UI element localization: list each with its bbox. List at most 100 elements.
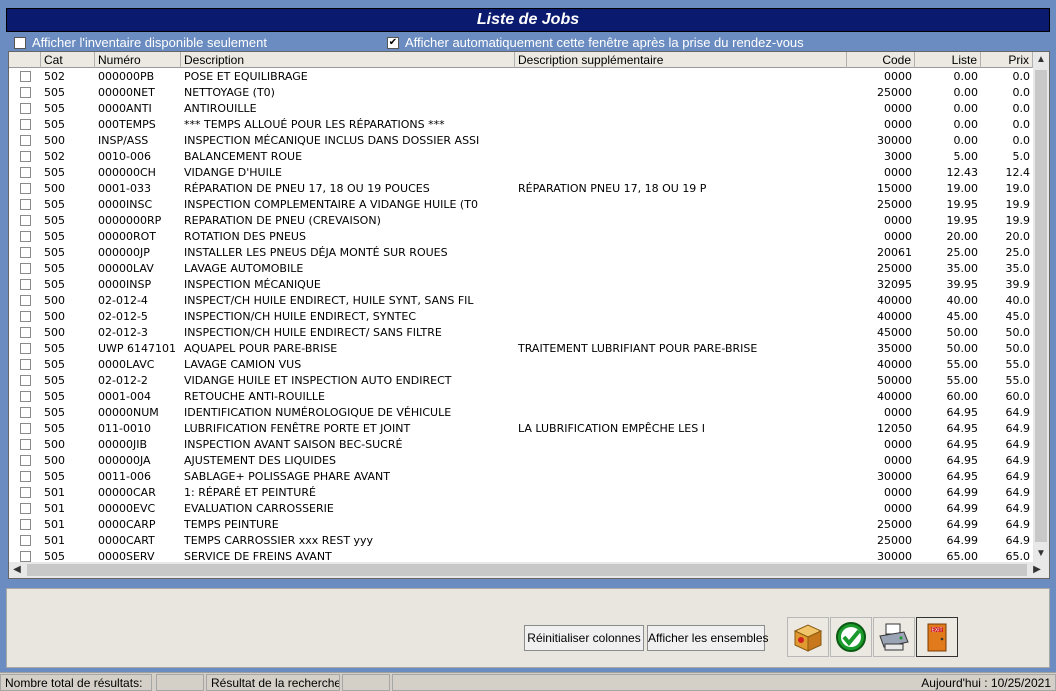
row-checkbox[interactable] bbox=[19, 199, 31, 210]
row-checkbox[interactable] bbox=[19, 151, 31, 162]
table-row[interactable]: 505 00000ROT ROTATION DES PNEUS 0000 20.00 20… bbox=[9, 229, 1033, 245]
table-row[interactable]: 505 0001-004 RETOUCHE ANTI-ROUILLE 40000 60.… bbox=[9, 389, 1033, 405]
today-date: Aujourd'hui : 10/25/2021 bbox=[392, 674, 1056, 691]
table-row[interactable]: 501 00000CAR 1: RÉPARÉ ET PEINTURÉ 0000 64.9… bbox=[9, 485, 1033, 501]
cell-prix: 0.0 bbox=[1012, 118, 1031, 131]
row-checkbox[interactable] bbox=[19, 407, 31, 418]
confirm-button[interactable] bbox=[830, 617, 872, 657]
row-checkbox[interactable] bbox=[19, 423, 31, 434]
row-checkbox[interactable] bbox=[19, 295, 31, 306]
table-row[interactable]: 500 000000JA AJUSTEMENT DES LIQUIDES 0000 64… bbox=[9, 453, 1033, 469]
row-checkbox[interactable] bbox=[19, 167, 31, 178]
header-prix[interactable]: Prix bbox=[981, 52, 1033, 68]
table-row[interactable]: 505 011-0010 LUBRIFICATION FENÊTRE PORTE E… bbox=[9, 421, 1033, 437]
header-numero[interactable]: Numéro bbox=[95, 52, 181, 68]
row-checkbox[interactable] bbox=[19, 215, 31, 226]
row-checkbox[interactable] bbox=[19, 343, 31, 354]
table-row[interactable]: 505 00000NUM IDENTIFICATION NUMÉROLOGIQUE … bbox=[9, 405, 1033, 421]
header-desc-supp[interactable]: Description supplémentaire bbox=[515, 52, 847, 68]
header-liste[interactable]: Liste bbox=[915, 52, 981, 68]
row-checkbox[interactable] bbox=[19, 519, 31, 530]
cell-numero: 0000CARP bbox=[98, 518, 156, 531]
auto-show-option[interactable]: ✔ Afficher automatiquement cette fenêtre… bbox=[387, 35, 804, 50]
reset-columns-button[interactable]: Réinitialiser colonnes bbox=[524, 625, 644, 651]
row-checkbox[interactable] bbox=[19, 487, 31, 498]
exit-button[interactable]: EXIT bbox=[916, 617, 958, 657]
auto-show-checkbox[interactable]: ✔ bbox=[387, 36, 399, 49]
row-checkbox[interactable] bbox=[19, 103, 31, 114]
cell-cat: 500 bbox=[44, 294, 65, 307]
table-row[interactable]: 500 00000JIB INSPECTION AVANT SAISON BEC-S… bbox=[9, 437, 1033, 453]
table-row[interactable]: 502 0010-006 BALANCEMENT ROUE 3000 5.00 5.0 bbox=[9, 149, 1033, 165]
row-checkbox[interactable] bbox=[19, 311, 31, 322]
row-checkbox[interactable] bbox=[19, 263, 31, 274]
scroll-left-icon[interactable]: ◀ bbox=[9, 562, 25, 578]
header-code[interactable]: Code bbox=[847, 52, 915, 68]
table-row[interactable]: 505 0000ANTI ANTIROUILLE 0000 0.00 0.0 bbox=[9, 101, 1033, 117]
inventory-only-label: Afficher l'inventaire disponible seuleme… bbox=[32, 35, 267, 50]
header-description[interactable]: Description bbox=[181, 52, 515, 68]
grid-header: Cat Numéro Description Description suppl… bbox=[9, 52, 1033, 68]
print-button[interactable] bbox=[873, 617, 915, 657]
header-cat[interactable]: Cat bbox=[41, 52, 95, 68]
table-row[interactable]: 505 00000LAV LAVAGE AUTOMOBILE 25000 35.00 35… bbox=[9, 261, 1033, 277]
cell-liste: 35.00 bbox=[946, 262, 979, 275]
row-checkbox[interactable] bbox=[19, 439, 31, 450]
table-row[interactable]: 505 000000JP INSTALLER LES PNEUS DÉJA MONT… bbox=[9, 245, 1033, 261]
row-checkbox[interactable] bbox=[19, 183, 31, 194]
cell-description: INSPECTION MÉCANIQUE INCLUS DANS DOSSIER… bbox=[184, 134, 480, 147]
horizontal-scrollbar[interactable]: ◀ ▶ bbox=[9, 562, 1049, 578]
cell-cat: 505 bbox=[44, 262, 65, 275]
row-checkbox[interactable] bbox=[19, 551, 31, 562]
table-row[interactable]: 505 000TEMPS *** TEMPS ALLOUÉ POUR LES RÉP… bbox=[9, 117, 1033, 133]
table-row[interactable]: 501 0000CART TEMPS CARROSSIER xxx REST yyy… bbox=[9, 533, 1033, 549]
vertical-scroll-thumb[interactable] bbox=[1035, 70, 1047, 542]
scroll-down-icon[interactable]: ▼ bbox=[1033, 546, 1049, 562]
cell-desc-supp bbox=[515, 165, 847, 181]
table-row[interactable]: 500 02-012-3 INSPECTION/CH HUILE ENDIRECT/… bbox=[9, 325, 1033, 341]
package-button[interactable] bbox=[787, 617, 829, 657]
cell-prix: 64.9 bbox=[1005, 406, 1031, 419]
table-row[interactable]: 500 INSP/ASS INSPECTION MÉCANIQUE INCLUS D… bbox=[9, 133, 1033, 149]
row-checkbox[interactable] bbox=[19, 375, 31, 386]
table-row[interactable]: 502 000000PB POSE ET EQUILIBRAGE 0000 0.00 0.… bbox=[9, 69, 1033, 85]
row-checkbox[interactable] bbox=[19, 247, 31, 258]
table-row[interactable]: 501 0000CARP TEMPS PEINTURE 25000 64.99 64.9 bbox=[9, 517, 1033, 533]
cell-numero: 000000JA bbox=[98, 454, 151, 467]
table-row[interactable]: 505 0000INSP INSPECTION MÉCANIQUE 32095 39.9… bbox=[9, 277, 1033, 293]
row-checkbox[interactable] bbox=[19, 391, 31, 402]
table-row[interactable]: 500 02-012-5 INSPECTION/CH HUILE ENDIRECT,… bbox=[9, 309, 1033, 325]
inventory-only-checkbox[interactable] bbox=[14, 36, 26, 49]
row-checkbox[interactable] bbox=[19, 279, 31, 290]
table-row[interactable]: 505 0000000RP REPARATION DE PNEU (CREVAISO… bbox=[9, 213, 1033, 229]
row-checkbox[interactable] bbox=[19, 87, 31, 98]
table-row[interactable]: 505 000000CH VIDANGE D'HUILE 0000 12.43 12.4 bbox=[9, 165, 1033, 181]
row-checkbox[interactable] bbox=[19, 535, 31, 546]
scroll-right-icon[interactable]: ▶ bbox=[1029, 562, 1045, 578]
row-checkbox[interactable] bbox=[19, 231, 31, 242]
row-checkbox[interactable] bbox=[19, 135, 31, 146]
table-row[interactable]: 500 02-012-4 INSPECT/CH HUILE ENDIRECT, HU… bbox=[9, 293, 1033, 309]
row-checkbox[interactable] bbox=[19, 119, 31, 130]
table-row[interactable]: 505 0011-006 SABLAGE+ POLISSAGE PHARE AVAN… bbox=[9, 469, 1033, 485]
row-checkbox[interactable] bbox=[19, 455, 31, 466]
row-checkbox[interactable] bbox=[19, 503, 31, 514]
horizontal-scroll-thumb[interactable] bbox=[27, 564, 1027, 576]
row-checkbox[interactable] bbox=[19, 327, 31, 338]
scroll-up-icon[interactable]: ▲ bbox=[1033, 52, 1049, 68]
table-row[interactable]: 505 00000NET NETTOYAGE (T0) 25000 0.00 0.0 bbox=[9, 85, 1033, 101]
table-row[interactable]: 501 00000EVC EVALUATION CARROSSERIE 0000 64.… bbox=[9, 501, 1033, 517]
show-sets-button[interactable]: Afficher les ensembles bbox=[647, 625, 769, 651]
table-row[interactable]: 505 0000SERV SERVICE DE FREINS AVANT 30000 6… bbox=[9, 549, 1033, 563]
vertical-scrollbar[interactable]: ▲ ▼ bbox=[1033, 52, 1049, 562]
inventory-only-option[interactable]: Afficher l'inventaire disponible seuleme… bbox=[14, 35, 267, 50]
row-checkbox[interactable] bbox=[19, 71, 31, 82]
table-row[interactable]: 505 0000INSC INSPECTION COMPLEMENTAIRE A V… bbox=[9, 197, 1033, 213]
table-row[interactable]: 505 0000LAVC LAVAGE CAMION VUS 40000 55.00 55… bbox=[9, 357, 1033, 373]
table-row[interactable]: 505 02-012-2 VIDANGE HUILE ET INSPECTION A… bbox=[9, 373, 1033, 389]
table-row[interactable]: 505 UWP 6147101 AQUAPEL POUR PARE-BRISE TRA… bbox=[9, 341, 1033, 357]
row-checkbox[interactable] bbox=[19, 471, 31, 482]
table-row[interactable]: 500 0001-033 RÉPARATION DE PNEU 17, 18 OU … bbox=[9, 181, 1033, 197]
row-checkbox[interactable] bbox=[19, 359, 31, 370]
header-select[interactable] bbox=[9, 52, 41, 68]
